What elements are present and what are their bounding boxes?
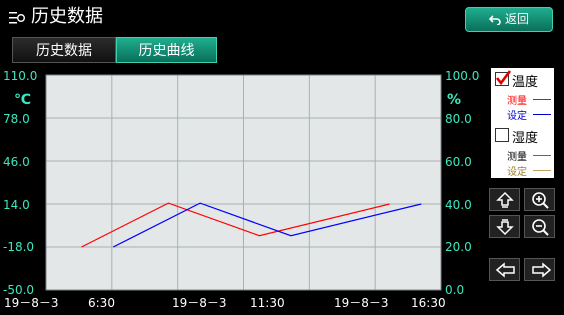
- legend-humidity-title: 湿度: [512, 131, 539, 146]
- legend-hum-measured-line: [533, 155, 551, 156]
- y-tick-left: 46.0: [3, 155, 30, 169]
- chart: [45, 74, 442, 291]
- y-tick-left: 78.0: [3, 112, 30, 126]
- y-tick-right: 80.0: [445, 112, 472, 126]
- temperature-checkbox[interactable]: [495, 70, 511, 86]
- y-tick-left: -50.0: [3, 283, 35, 297]
- legend-temp-measured-label: 测量: [507, 96, 527, 107]
- legend-hum-measured-label: 测量: [507, 152, 527, 163]
- legend-hum-set-line: [533, 170, 551, 171]
- temperature-measured-line: [81, 202, 390, 248]
- arrow-down-icon: [496, 219, 514, 236]
- y-tick-right: 100.0: [445, 69, 480, 83]
- x-tick: 11:30: [250, 296, 285, 310]
- arrow-right-icon: [532, 262, 552, 278]
- y-tick-left: 110.0: [3, 69, 38, 83]
- legend-hum-set-label: 设定: [507, 167, 527, 178]
- scroll-up-button[interactable]: [489, 188, 520, 211]
- x-tick: 6:30: [88, 296, 115, 310]
- y-tick-right: 0.0: [445, 283, 465, 297]
- humidity-checkbox[interactable]: [495, 128, 509, 142]
- y-tick-right: 40.0: [445, 198, 472, 212]
- arrow-up-icon: [496, 191, 514, 208]
- zoom-out-icon: [532, 219, 549, 236]
- legend-temp-measured-line: [533, 99, 551, 100]
- x-tick: 19－8－3: [172, 296, 227, 310]
- right-axis-unit: %: [447, 92, 462, 108]
- scroll-left-button[interactable]: [489, 258, 520, 281]
- scroll-down-button[interactable]: [489, 215, 520, 238]
- zoom-out-button[interactable]: [524, 215, 555, 238]
- legend-temp-set-line: [533, 114, 551, 115]
- zoom-in-icon: [532, 192, 549, 209]
- y-tick-left: 14.0: [3, 198, 30, 212]
- x-tick: 19－8－3: [334, 296, 389, 310]
- x-tick: 19－8－3: [4, 296, 59, 310]
- x-tick: 16:30: [411, 296, 446, 310]
- arrow-left-icon: [495, 262, 515, 278]
- y-tick-right: 20.0: [445, 240, 472, 254]
- legend-panel: 温度 测量 设定 湿度 测量 设定: [491, 68, 554, 178]
- zoom-in-button[interactable]: [524, 188, 555, 211]
- checkmark-icon: [495, 70, 511, 86]
- legend-temperature-title: 温度: [512, 75, 539, 90]
- y-tick-right: 60.0: [445, 155, 472, 169]
- scroll-right-button[interactable]: [524, 258, 555, 281]
- y-tick-left: -18.0: [3, 240, 35, 254]
- left-axis-unit: ℃: [14, 92, 31, 108]
- legend-temp-set-label: 设定: [507, 111, 527, 122]
